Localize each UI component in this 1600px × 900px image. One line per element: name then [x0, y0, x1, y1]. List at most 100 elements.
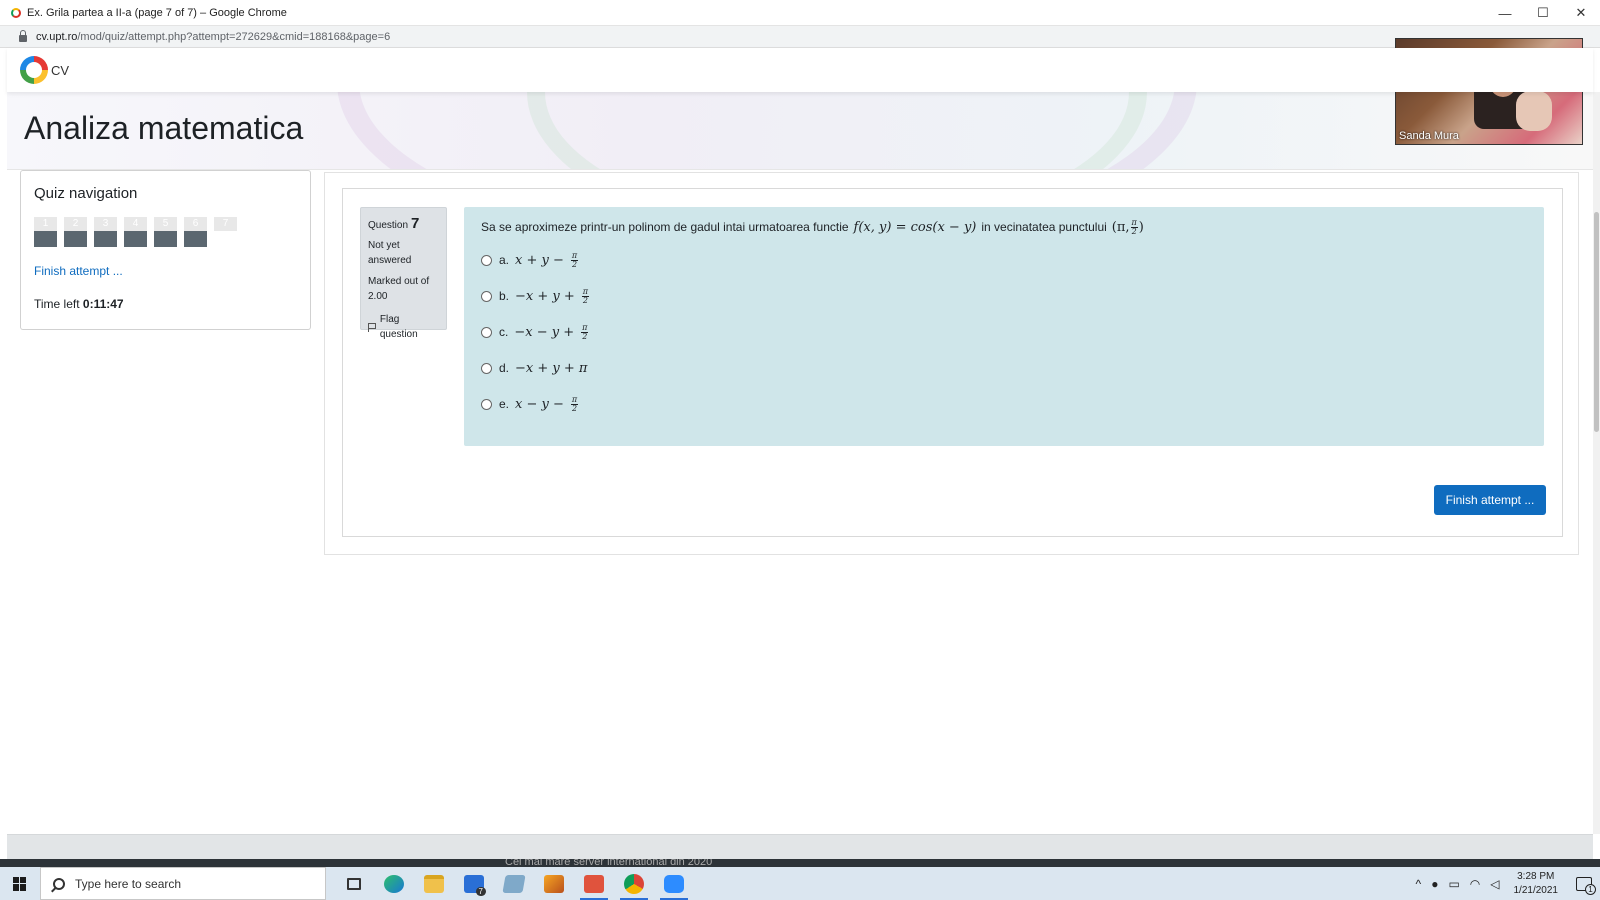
- task-view-icon: [347, 877, 361, 890]
- folder-icon: [424, 874, 444, 893]
- answer-radio[interactable]: [481, 398, 492, 410]
- question-text-middle: in vecinatatea punctului: [981, 220, 1107, 234]
- taskbar-file-explorer[interactable]: [414, 867, 454, 900]
- taskbar-app-media[interactable]: [534, 867, 574, 900]
- volume-icon[interactable]: ◁: [1490, 877, 1499, 891]
- quiz-nav-button-5[interactable]: 5: [154, 217, 177, 247]
- quiz-nav-state: [184, 231, 207, 247]
- point-fraction: π2: [1130, 218, 1138, 236]
- browser-title-bar: Ex. Grila partea a II-a (page 7 of 7) – …: [0, 0, 1600, 26]
- answer-radio[interactable]: [481, 254, 492, 266]
- taskbar-clock[interactable]: 3:28 PM 1/21/2021: [1514, 870, 1559, 898]
- point-open: (π,: [1111, 219, 1130, 235]
- answer-option-a[interactable]: a. x + y − π2: [481, 250, 1527, 270]
- question-number-value: 7: [411, 215, 420, 232]
- answer-option-e[interactable]: e. x − y − π2: [481, 394, 1527, 414]
- quiz-navigation-block: Quiz navigation 1 2 3 4 5 6 7 Finish att…: [20, 170, 311, 330]
- answer-radio[interactable]: [481, 362, 492, 374]
- answer-math: −x + y +: [515, 288, 575, 304]
- minimize-button[interactable]: —: [1486, 0, 1524, 26]
- question-info: Question 7 Not yet answered Marked out of…: [360, 207, 447, 340]
- close-button[interactable]: ✕: [1562, 0, 1600, 26]
- taskbar-edge[interactable]: [374, 867, 414, 900]
- quiz-nav-state: [124, 231, 147, 247]
- quiz-nav-button-2[interactable]: 2: [64, 217, 87, 247]
- answer-frac-den: 2: [582, 331, 588, 341]
- question-number: Question 7: [368, 216, 439, 233]
- taskbar-app-notes[interactable]: [494, 867, 534, 900]
- media-app-icon: [544, 874, 564, 893]
- time-left: Time left 0:11:47: [34, 297, 297, 311]
- taskbar-meeting-app[interactable]: [574, 867, 614, 900]
- answer-letter: c.: [499, 325, 509, 339]
- quiz-nav-state: [64, 231, 87, 247]
- taskbar-search-box[interactable]: Type here to search: [40, 867, 326, 900]
- wifi-icon[interactable]: ◠: [1470, 877, 1480, 891]
- mail-badge: 7: [475, 887, 486, 896]
- quiz-nav-button-6[interactable]: 6: [184, 217, 207, 247]
- answer-option-b[interactable]: b. −x + y + π2: [481, 286, 1527, 306]
- answer-math: x − y −: [515, 396, 564, 412]
- site-header: CV: [7, 48, 1593, 92]
- clock-time: 3:28 PM: [1517, 870, 1555, 882]
- question-grade: Marked out of 2.00: [368, 276, 430, 302]
- quiz-nav-number: 6: [184, 217, 207, 231]
- url-text[interactable]: cv.upt.ro/mod/quiz/attempt.php?attempt=2…: [36, 31, 390, 43]
- battery-icon[interactable]: ▭: [1448, 877, 1459, 891]
- flag-question-button[interactable]: Flag question: [368, 312, 439, 342]
- page-banner: Analiza matematica: [7, 92, 1593, 170]
- site-logo-icon[interactable]: [20, 56, 48, 84]
- address-bar[interactable]: cv.upt.ro/mod/quiz/attempt.php?attempt=2…: [0, 26, 1600, 48]
- taskbar-chrome[interactable]: [614, 867, 654, 900]
- chevron-up-icon[interactable]: ^: [1416, 877, 1422, 891]
- quiz-nav-number: 4: [124, 217, 147, 231]
- answer-radio[interactable]: [481, 290, 492, 302]
- finish-attempt-button[interactable]: Finish attempt ...: [1434, 485, 1546, 515]
- question-text-before: Sa se aproximeze printr-un polinom de ga…: [481, 220, 849, 234]
- finish-attempt-link[interactable]: Finish attempt ...: [34, 264, 297, 278]
- quiz-nav-button-4[interactable]: 4: [124, 217, 147, 247]
- notification-icon[interactable]: 1: [1576, 876, 1596, 895]
- window-title: Ex. Grila partea a II-a (page 7 of 7) – …: [27, 6, 287, 19]
- question-content: Sa se aproximeze printr-un polinom de ga…: [464, 207, 1544, 446]
- quiz-nav-button-3[interactable]: 3: [94, 217, 117, 247]
- quiz-nav-number: 3: [94, 217, 117, 231]
- answer-radio[interactable]: [481, 326, 492, 338]
- quiz-nav-button-1[interactable]: 1: [34, 217, 57, 247]
- answer-option-d[interactable]: d. −x + y + π: [481, 358, 1527, 378]
- scrollbar-thumb[interactable]: [1594, 212, 1599, 432]
- question-label: Question: [368, 220, 409, 231]
- question-text: Sa se aproximeze printr-un polinom de ga…: [481, 218, 1527, 236]
- answer-fraction: π2: [570, 395, 579, 413]
- start-button[interactable]: [0, 867, 40, 900]
- taskbar-apps: 7: [334, 867, 694, 900]
- answer-math: −x − y +: [514, 324, 575, 340]
- quiz-nav-button-7[interactable]: 7: [214, 217, 237, 247]
- microphone-icon[interactable]: ●: [1431, 877, 1438, 891]
- question-function-math: f(x, y) = cos(x − y): [853, 219, 977, 235]
- answer-letter: e.: [499, 397, 510, 411]
- site-name[interactable]: CV: [51, 63, 69, 78]
- quiz-nav-state: [154, 231, 177, 247]
- page-footer: [7, 834, 1593, 859]
- taskbar-zoom[interactable]: [654, 867, 694, 900]
- answer-option-c[interactable]: c. −x − y + π2: [481, 322, 1527, 342]
- task-view-button[interactable]: [334, 867, 374, 900]
- quiz-nav-number: 5: [154, 217, 177, 231]
- quiz-nav-number: 1: [34, 217, 57, 231]
- main-region: Question 7 Not yet answered Marked out of…: [324, 172, 1579, 555]
- answer-frac-den: 2: [571, 259, 578, 269]
- answer-math: −x + y + π: [515, 360, 588, 376]
- time-left-label: Time left: [34, 297, 80, 311]
- maximize-button[interactable]: ☐: [1524, 0, 1562, 26]
- system-tray: ^ ● ▭ ◠ ◁ 3:28 PM 1/21/2021 1: [1416, 867, 1600, 900]
- time-left-value: 0:11:47: [82, 297, 124, 311]
- footer-dark-strip: Cel mai mare server international din 20…: [0, 859, 1600, 867]
- taskbar-mail[interactable]: 7: [454, 867, 494, 900]
- banner-decoration-2: [527, 92, 1147, 169]
- page-scrollbar[interactable]: [1593, 92, 1600, 834]
- url-host: cv.upt.ro: [36, 30, 78, 43]
- lock-icon[interactable]: [19, 30, 27, 42]
- answer-fraction: π2: [570, 251, 579, 269]
- quiz-form: Question 7 Not yet answered Marked out of…: [342, 188, 1563, 537]
